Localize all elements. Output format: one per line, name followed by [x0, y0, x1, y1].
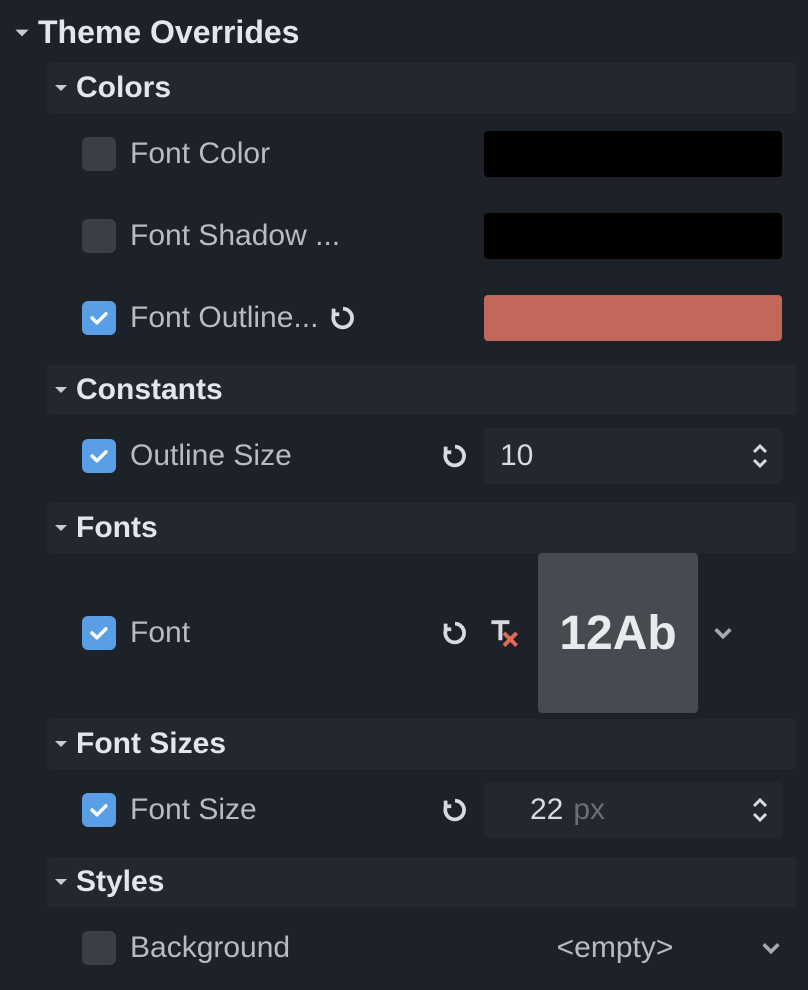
- background-label: Background: [130, 931, 290, 965]
- font-color-label: Font Color: [130, 137, 270, 171]
- background-checkbox[interactable]: [82, 931, 116, 965]
- theme-overrides-header[interactable]: Theme Overrides: [12, 8, 796, 57]
- outline-size-label: Outline Size: [130, 439, 292, 473]
- chevron-down-icon[interactable]: [712, 622, 734, 644]
- font-clear-icon[interactable]: [484, 613, 524, 653]
- font-preview[interactable]: 12Ab: [538, 553, 698, 713]
- font-sizes-header[interactable]: Font Sizes: [46, 719, 796, 769]
- font-color-checkbox[interactable]: [82, 137, 116, 171]
- outline-size-row: Outline Size 10: [82, 415, 796, 497]
- constants-title: Constants: [76, 373, 223, 407]
- reset-icon[interactable]: [440, 618, 470, 648]
- font-shadow-label: Font Shadow ...: [130, 219, 340, 253]
- font-size-label: Font Size: [130, 793, 257, 827]
- font-preview-text: 12Ab: [559, 606, 676, 661]
- outline-size-value: 10: [500, 439, 533, 473]
- font-row: Font 12Ab: [82, 553, 796, 713]
- chevron-down-icon[interactable]: [760, 937, 782, 959]
- background-value[interactable]: <empty>: [484, 931, 746, 965]
- font-label: Font: [130, 616, 190, 650]
- reset-icon[interactable]: [440, 441, 470, 471]
- outline-size-checkbox[interactable]: [82, 439, 116, 473]
- styles-title: Styles: [76, 865, 164, 899]
- outline-size-spinbox[interactable]: 10: [484, 428, 782, 484]
- spinner-icon[interactable]: [750, 797, 770, 823]
- chevron-down-icon: [52, 79, 70, 97]
- reset-icon[interactable]: [440, 795, 470, 825]
- font-color-swatch[interactable]: [484, 131, 782, 177]
- fonts-header[interactable]: Fonts: [46, 503, 796, 553]
- chevron-down-icon: [52, 873, 70, 891]
- font-sizes-title: Font Sizes: [76, 727, 226, 761]
- spinner-icon[interactable]: [750, 443, 770, 469]
- font-size-spinbox[interactable]: 22 px: [484, 782, 782, 838]
- font-shadow-checkbox[interactable]: [82, 219, 116, 253]
- constants-header[interactable]: Constants: [46, 365, 796, 415]
- chevron-down-icon: [52, 519, 70, 537]
- theme-overrides-title: Theme Overrides: [38, 14, 299, 51]
- font-outline-row: Font Outline...: [82, 277, 796, 359]
- chevron-down-icon: [52, 381, 70, 399]
- font-size-row: Font Size 22 px: [82, 769, 796, 851]
- font-outline-checkbox[interactable]: [82, 301, 116, 335]
- font-shadow-swatch[interactable]: [484, 213, 782, 259]
- font-checkbox[interactable]: [82, 616, 116, 650]
- font-shadow-row: Font Shadow ...: [82, 195, 796, 277]
- font-outline-label: Font Outline...: [130, 301, 318, 335]
- reset-icon[interactable]: [328, 303, 358, 333]
- font-color-row: Font Color: [82, 113, 796, 195]
- font-size-value: 22: [530, 793, 563, 827]
- font-outline-swatch[interactable]: [484, 295, 782, 341]
- styles-header[interactable]: Styles: [46, 857, 796, 907]
- fonts-title: Fonts: [76, 511, 158, 545]
- background-row: Background <empty>: [82, 907, 796, 989]
- chevron-down-icon: [12, 23, 32, 43]
- colors-header[interactable]: Colors: [46, 63, 796, 113]
- colors-title: Colors: [76, 71, 171, 105]
- font-size-unit: px: [573, 793, 605, 827]
- chevron-down-icon: [52, 735, 70, 753]
- font-size-checkbox[interactable]: [82, 793, 116, 827]
